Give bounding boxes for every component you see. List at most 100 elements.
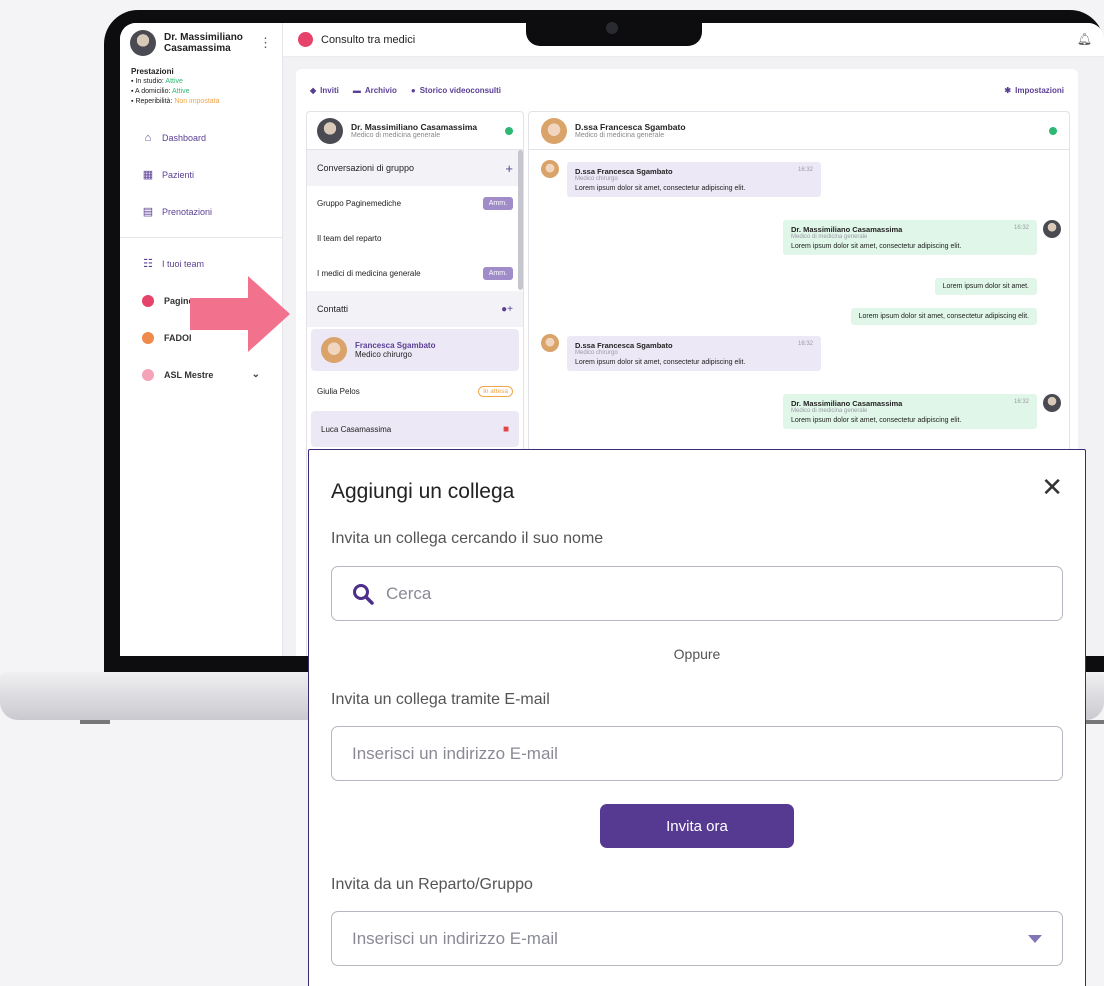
- message-bubble: 16:32 Dr. Massimiliano Casamassima Medic…: [783, 220, 1037, 255]
- toolbar-label: Storico videoconsulti: [419, 85, 502, 95]
- search-placeholder: Cerca: [386, 583, 432, 603]
- or-separator: Oppure: [673, 646, 721, 662]
- invite-now-button[interactable]: Invita ora: [600, 804, 794, 848]
- group-name: Gruppo Paginemediche: [317, 199, 402, 208]
- nav-label: Pazienti: [162, 169, 195, 180]
- prestazioni-title: Prestazioni: [131, 67, 174, 76]
- groups-header: Conversazioni di gruppo +: [307, 150, 523, 186]
- section-title: Conversazioni di gruppo: [317, 163, 415, 173]
- group-item[interactable]: I medici di medicina generale Amm.: [307, 256, 523, 291]
- email-field[interactable]: Inserisci un indirizzo E-mail: [331, 726, 1063, 781]
- add-user-icon[interactable]: ●+: [501, 304, 513, 315]
- team-label: ASL Mestre: [164, 369, 214, 380]
- admin-badge: Amm.: [482, 197, 513, 210]
- toolbar: ◆ Inviti ▬ Archivio ● Storico videoconsulti…: [296, 69, 1078, 111]
- reperibilita-label: Reperibilità:: [135, 98, 173, 105]
- pointer-arrow-icon: [190, 276, 290, 352]
- my-profile-row: Dr. Massimiliano Casamassima Medico di m…: [307, 112, 523, 150]
- group-item[interactable]: Gruppo Paginemediche Amm.: [307, 186, 523, 221]
- bell-icon[interactable]: 🔔︎: [1077, 32, 1092, 46]
- team-icon: ☷: [143, 257, 153, 270]
- message-text: Lorem ipsum dolor sit amet, consectetur …: [791, 417, 962, 424]
- chevron-down-icon[interactable]: ⌄: [252, 369, 260, 380]
- message-bubble: 16:32 Dr. Massimiliano Casamassima Medic…: [783, 394, 1037, 429]
- team-asl-mestre[interactable]: ASL Mestre ⌄: [120, 356, 282, 393]
- toolbar-archive[interactable]: ▬ Archivio: [353, 86, 397, 95]
- email-label: Invita un collega tramite E-mail: [331, 691, 550, 708]
- message-role: Medico chirurgo: [575, 350, 618, 356]
- message-text: Lorem ipsum dolor sit amet.: [942, 283, 1029, 290]
- bell-icon: ◆: [310, 85, 317, 95]
- contact-role: Medico chirurgo: [355, 350, 412, 359]
- more-options-icon[interactable]: ⋮: [259, 35, 272, 51]
- close-icon[interactable]: ✕: [1041, 472, 1063, 503]
- peer-name: D.ssa Francesca Sgambato: [575, 122, 686, 132]
- building-icon: ▪: [131, 78, 134, 85]
- prestazioni-domicilio: ▪ A domicilio: Attive: [131, 87, 271, 97]
- laptop-foot-left: [80, 720, 110, 724]
- group-name: Il team del reparto: [317, 234, 382, 243]
- message-time: 16:32: [797, 167, 813, 173]
- message-time: 16:32: [1013, 399, 1029, 405]
- avatar: [1043, 220, 1061, 238]
- profile-name: Dr. Massimiliano Casamassima: [164, 32, 243, 54]
- search-icon: [353, 583, 374, 605]
- peer-role: Medico di medicina generale: [575, 132, 665, 139]
- toolbar-settings[interactable]: ✱ Impostazioni: [1004, 86, 1064, 95]
- group-item[interactable]: Il team del reparto: [307, 221, 523, 256]
- stage: Dr. Massimiliano Casamassima ⋮ Prestazio…: [0, 0, 1104, 986]
- message-author: Dr. Massimiliano Casamassima: [791, 399, 903, 408]
- brand-logo-icon: [298, 32, 313, 47]
- toolbar-invites[interactable]: ◆ Inviti: [310, 86, 339, 95]
- gear-icon: ✱: [1004, 85, 1012, 95]
- my-name: Dr. Massimiliano Casamassima: [351, 122, 478, 132]
- nav-label: Prenotazioni: [162, 206, 213, 217]
- group-select[interactable]: Inserisci un indirizzo E-mail: [331, 911, 1063, 966]
- message-author: Dr. Massimiliano Casamassima: [791, 225, 903, 234]
- message-role: Medico chirurgo: [575, 176, 618, 182]
- toolbar-label: Impostazioni: [1015, 85, 1064, 95]
- section-title: Contatti: [317, 304, 349, 314]
- avatar: [541, 117, 567, 144]
- side-nav: ⌂ Dashboard ▦ Pazienti ▤ Prenotazioni: [120, 119, 282, 230]
- prestazioni-block: Prestazioni ▪ In studio: Attive ▪ A domi…: [120, 63, 282, 111]
- prestazioni-in-studio: ▪ In studio: Attive: [131, 77, 271, 87]
- video-icon: ▪: [131, 98, 134, 105]
- domicilio-value: Attive: [172, 88, 190, 95]
- message-text: Lorem ipsum dolor sit amet, consectetur …: [858, 313, 1029, 320]
- message-role: Medico di medicina generale: [791, 234, 868, 240]
- nav-label: I tuoi team: [162, 258, 205, 269]
- profile-header[interactable]: Dr. Massimiliano Casamassima ⋮: [120, 23, 282, 63]
- divider: [120, 237, 282, 238]
- reperibilita-value: Non impostata: [174, 98, 220, 105]
- domicilio-label: A domicilio:: [135, 88, 171, 95]
- plus-icon[interactable]: +: [505, 161, 513, 176]
- message-text: Lorem ipsum dolor sit amet, consectetur …: [791, 243, 962, 250]
- nav-pazienti[interactable]: ▦ Pazienti: [120, 156, 282, 193]
- message-role: Medico di medicina generale: [791, 408, 868, 414]
- message-text: Lorem ipsum dolor sit amet, consectetur …: [575, 359, 746, 366]
- camera-lens: [606, 22, 618, 34]
- team-label: FADOI: [164, 332, 192, 343]
- group-label: Invita da un Reparto/Gruppo: [331, 876, 533, 893]
- scrollbar[interactable]: [518, 150, 523, 290]
- clock-icon: ●: [410, 85, 416, 95]
- caret-down-icon: [1028, 934, 1042, 943]
- calendar-icon: ▤: [142, 205, 154, 218]
- avatar: [130, 30, 156, 56]
- search-input[interactable]: Cerca: [331, 566, 1063, 621]
- nav-dashboard[interactable]: ⌂ Dashboard: [120, 119, 282, 156]
- contact-item[interactable]: Francesca Sgambato Medico chirurgo: [311, 329, 519, 371]
- nav-prenotazioni[interactable]: ▤ Prenotazioni: [120, 193, 282, 230]
- contacts-header: Contatti ●+: [307, 291, 523, 327]
- contact-item[interactable]: Giulia Pelos In attesa: [307, 373, 523, 409]
- chat-header: D.ssa Francesca Sgambato Medico di medic…: [529, 112, 1069, 150]
- toolbar-label: Inviti: [320, 85, 339, 95]
- in-studio-label: In studio:: [135, 78, 164, 85]
- toolbar-history[interactable]: ● Storico videoconsulti: [411, 86, 501, 95]
- contact-item[interactable]: Luca Casamassima ■: [311, 411, 519, 447]
- group-placeholder: Inserisci un indirizzo E-mail: [352, 928, 558, 948]
- pending-badge: In attesa: [478, 385, 513, 397]
- trash-icon[interactable]: ■: [503, 424, 509, 435]
- camera-notch: [526, 10, 702, 46]
